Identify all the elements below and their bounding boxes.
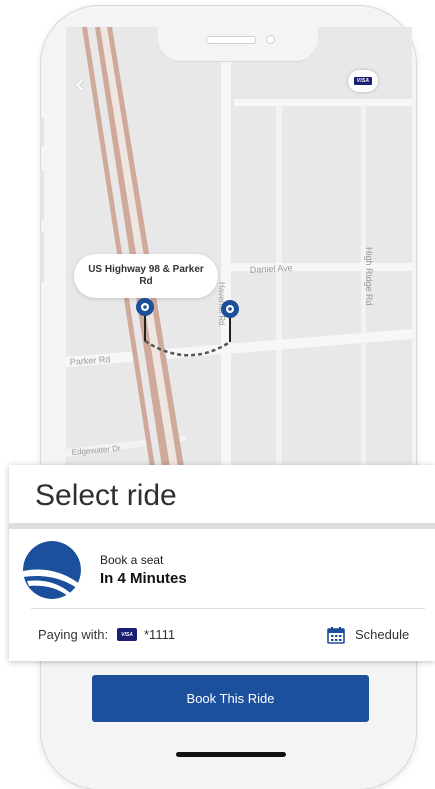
back-chevron-icon[interactable]: ‹ [74, 70, 85, 98]
divider [31, 608, 425, 609]
label-high-ridge: High Ridge Rd [364, 247, 374, 306]
ride-selection-card: Select ride Book a seat In 4 Minutes Pay… [9, 465, 435, 661]
payment-method-button[interactable]: VISA [348, 70, 378, 92]
visa-card-icon: VISA [353, 77, 373, 85]
street-parker [66, 329, 412, 367]
paying-with-label: Paying with: [38, 627, 109, 642]
highway-median [87, 27, 162, 467]
card-last4[interactable]: *1111 [144, 627, 175, 642]
calendar-icon[interactable] [327, 626, 345, 644]
label-parker: Parker Rd [69, 354, 110, 367]
book-ride-button[interactable]: Book This Ride [92, 675, 369, 722]
ride-type-label: Book a seat [100, 553, 164, 567]
phone-notch [158, 27, 318, 61]
stop-callout: US Highway 98 & Parker Rd [74, 254, 218, 298]
transit-logo-icon [23, 541, 81, 599]
label-daniel: Daniel Ave [250, 263, 293, 275]
card-title: Select ride [35, 479, 177, 512]
phone-side-button [40, 118, 44, 146]
label-edgewater: Edgewater Dr [71, 444, 121, 457]
phone-side-button [40, 232, 44, 282]
highway-lane [100, 27, 178, 467]
street-north [234, 99, 412, 106]
visa-card-icon[interactable]: VISA [117, 628, 137, 641]
street-haverhill [221, 27, 231, 467]
map-canvas: Daniel Ave Parker Rd High Ridge Rd Haver… [66, 27, 412, 467]
speaker-icon [206, 36, 256, 44]
street-mid [276, 106, 282, 467]
phone-side-button [40, 170, 44, 220]
schedule-button[interactable]: Schedule [355, 627, 409, 642]
map-view[interactable]: Daniel Ave Parker Rd High Ridge Rd Haver… [66, 27, 412, 467]
camera-icon [266, 35, 275, 44]
ride-eta: In 4 Minutes [100, 570, 187, 587]
divider [9, 523, 435, 529]
home-indicator[interactable] [176, 752, 286, 757]
